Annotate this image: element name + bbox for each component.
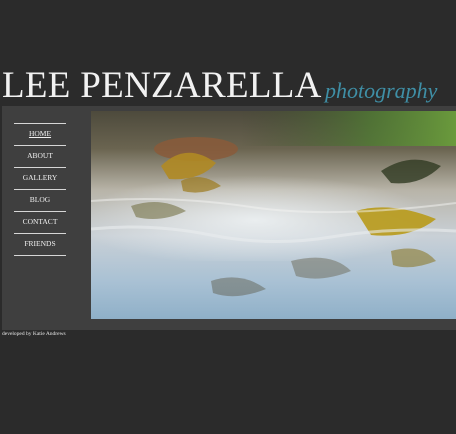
nav-gallery[interactable]: GALLERY xyxy=(14,167,66,188)
puddle-leaves-image xyxy=(91,111,456,319)
nav-contact[interactable]: CONTACT xyxy=(14,211,66,232)
nav-about-label: ABOUT xyxy=(27,151,53,160)
nav-contact-label: CONTACT xyxy=(22,217,58,226)
nav-home[interactable]: HOME xyxy=(14,123,66,144)
main-nav: HOME ABOUT GALLERY BLOG CONTACT FRIENDS xyxy=(14,123,68,256)
content-panel: HOME ABOUT GALLERY BLOG CONTACT FRIENDS xyxy=(2,106,456,330)
nav-gallery-label: GALLERY xyxy=(22,173,58,182)
nav-about[interactable]: ABOUT xyxy=(14,145,66,166)
site-name[interactable]: LEE PENZARELLA xyxy=(2,66,322,106)
site-tagline: photography xyxy=(325,78,438,103)
nav-friends[interactable]: FRIENDS xyxy=(14,233,66,254)
hero-photo xyxy=(91,111,456,319)
nav-divider xyxy=(14,255,66,256)
developer-credit[interactable]: developed by Katie Andrews xyxy=(2,331,66,337)
nav-friends-label: FRIENDS xyxy=(24,239,56,248)
nav-home-label: HOME xyxy=(28,129,52,138)
nav-blog-label: BLOG xyxy=(29,195,51,204)
nav-blog[interactable]: BLOG xyxy=(14,189,66,210)
